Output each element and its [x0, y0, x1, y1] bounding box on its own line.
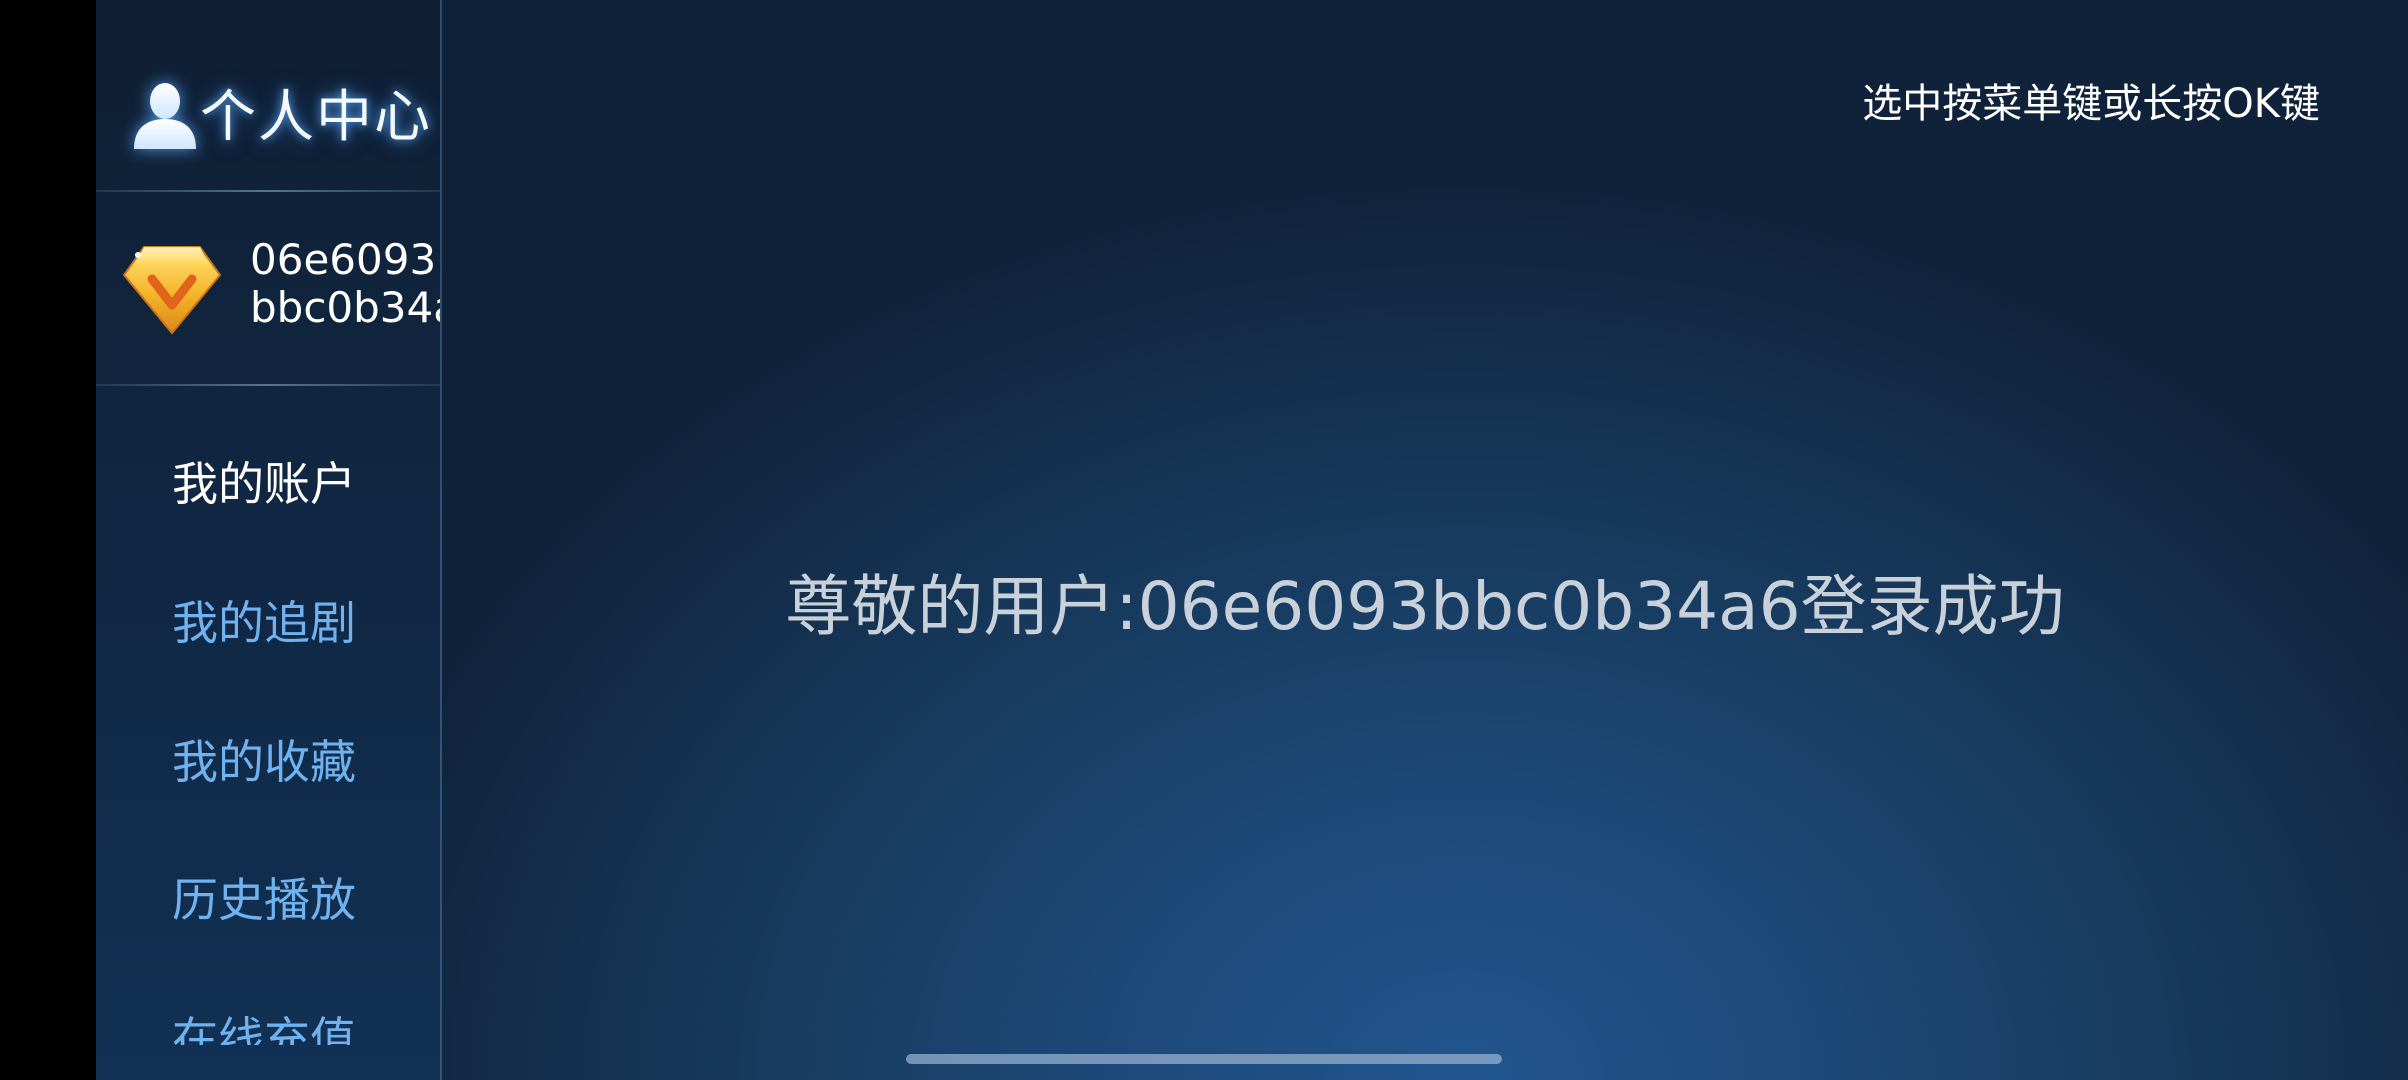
- main-content: 选中按菜单键或长按OK键 尊敬的用户:06e6093bbc0b34a6登录成功: [442, 0, 2408, 1080]
- sidebar-title: 个人中心: [200, 85, 432, 150]
- screen: 个人中心 06e6093 bbc0b34a 我的账户 我的追剧 我的收藏 历史播…: [0, 0, 2408, 1080]
- vip-diamond-icon: [122, 246, 222, 335]
- menu-item-my-follows[interactable]: 我的追剧: [172, 591, 356, 655]
- user-card: 06e6093 bbc0b34a: [96, 192, 440, 384]
- menu-item-my-favorites[interactable]: 我的收藏: [172, 730, 356, 794]
- sidebar: 个人中心 06e6093 bbc0b34a 我的账户 我的追剧 我的收藏 历史播…: [96, 0, 442, 1080]
- user-name-line2: bbc0b34a: [250, 283, 442, 332]
- login-success-message: 尊敬的用户:06e6093bbc0b34a6登录成功: [785, 568, 2065, 645]
- menu-item-my-account[interactable]: 我的账户: [172, 452, 356, 516]
- user-name-line1: 06e6093: [250, 235, 437, 284]
- hint-text: 选中按菜单键或长按OK键: [1862, 81, 2320, 127]
- left-black-bar: [0, 0, 96, 1080]
- home-indicator[interactable]: [906, 1054, 1502, 1064]
- sidebar-header: 个人中心: [96, 70, 440, 160]
- menu-item-history[interactable]: 历史播放: [172, 868, 356, 932]
- person-icon: [134, 83, 196, 149]
- menu-item-recharge[interactable]: 在线充值: [172, 1007, 356, 1045]
- sidebar-menu: 我的账户 我的追剧 我的收藏 历史播放 在线充值: [96, 440, 440, 1045]
- user-divider: [96, 384, 440, 386]
